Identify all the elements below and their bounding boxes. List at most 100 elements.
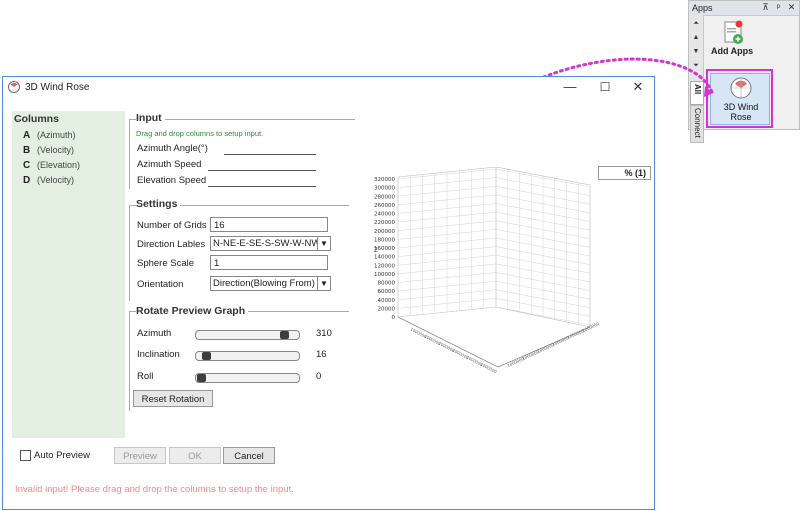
z-tick-label: 260000 <box>374 203 395 209</box>
sphere-scale-label: Sphere Scale <box>137 258 195 269</box>
svg-text:1000000: 1000000 <box>480 361 498 374</box>
auto-preview-label: Auto Preview <box>34 450 90 461</box>
roll-slider[interactable] <box>195 373 300 383</box>
reset-rotation-button[interactable]: Reset Rotation <box>133 390 213 407</box>
azimuth-slider-thumb[interactable] <box>279 331 289 339</box>
minimize-button[interactable]: — <box>562 79 578 95</box>
z-tick-label: 60000 <box>378 289 396 295</box>
inclination-value: 16 <box>316 349 327 360</box>
azimuth-speed-slot[interactable] <box>208 170 316 171</box>
column-item[interactable]: A (Azimuth) <box>23 130 76 141</box>
scroll-up-icon[interactable]: ▲ <box>691 33 701 42</box>
preview-graph: 320000 300000 280000 260000 240000 220000 2000… <box>374 167 601 375</box>
dialog-titlebar[interactable]: 3D Wind Rose — ☐ ✕ <box>3 77 654 99</box>
z-tick-label: 40000 <box>378 298 396 304</box>
preview-button[interactable]: Preview <box>114 447 166 464</box>
tab-all[interactable]: All <box>690 81 704 105</box>
rotate-group-title: Rotate Preview Graph <box>136 305 249 317</box>
column-item[interactable]: C (Elevation) <box>23 160 80 171</box>
add-apps-icon <box>724 20 743 44</box>
input-group-line-v <box>129 119 130 189</box>
azimuth-slider-label: Azimuth <box>137 328 172 339</box>
dialog-title: 3D Wind Rose <box>25 82 90 93</box>
inclination-slider-label: Inclination <box>137 349 180 360</box>
direction-labels-value: N-NE-E-SE-S-SW-W-NW <box>213 238 321 249</box>
cancel-button[interactable]: Cancel <box>223 447 275 464</box>
z-tick-label: 140000 <box>374 255 395 261</box>
roll-slider-label: Roll <box>137 371 154 382</box>
scroll-bottom-icon[interactable]: ⏷ <box>691 61 701 70</box>
error-message: Invalid input! Please drag and drop the … <box>15 484 294 495</box>
column-item[interactable]: B (Velocity) <box>23 145 74 156</box>
z-tick-label: 200000 <box>374 229 395 235</box>
z-tick-label: 80000 <box>378 281 396 287</box>
tab-all-label: All <box>693 84 702 95</box>
number-of-grids-label: Number of Grids <box>137 220 207 231</box>
z-tick-label: 100000 <box>374 272 395 278</box>
z-tick-label: 300000 <box>374 186 395 192</box>
roll-slider-thumb[interactable] <box>197 374 206 382</box>
inclination-slider-thumb[interactable] <box>201 352 211 360</box>
z-tick-label: 120000 <box>374 263 395 269</box>
z-tick-label: 320000 <box>374 177 395 183</box>
orientation-value: Direction(Blowing From) <box>213 278 315 289</box>
wind-rose-dialog: 3D Wind Rose — ☐ ✕ Columns A (Azimuth) B(… <box>2 76 655 510</box>
azimuth-angle-slot[interactable] <box>224 154 316 155</box>
floor-ticks: 1000000 1000000 1000000 1000000 1000000 … <box>410 321 601 375</box>
azimuth-angle-label: Azimuth Angle(°) <box>137 143 208 154</box>
scroll-down-icon[interactable]: ▼ <box>691 47 701 56</box>
tab-connect-label: Connect <box>693 108 702 138</box>
elevation-speed-slot[interactable] <box>208 186 316 187</box>
z-tick-label: 220000 <box>374 220 395 226</box>
settings-group-line-v <box>129 205 130 301</box>
z-tick-label: 20000 <box>378 306 396 312</box>
add-apps-label: Add Apps <box>711 46 754 56</box>
sphere-scale-input[interactable]: 1 <box>210 255 328 270</box>
tab-connect[interactable]: Connect <box>690 105 704 143</box>
wind-rose-icon <box>730 77 752 99</box>
z-tick-label: 180000 <box>374 237 395 243</box>
azimuth-speed-label: Azimuth Speed <box>137 159 202 170</box>
panel-menu-icon[interactable]: ⊼ <box>760 2 771 13</box>
app-icon <box>8 81 20 93</box>
z-tick-label: 0 <box>392 315 396 321</box>
chevron-down-icon[interactable]: ▼ <box>317 277 330 290</box>
columns-title: Columns <box>14 113 59 125</box>
orientation-select[interactable]: Direction(Blowing From) ▼ <box>210 276 331 291</box>
wind-rose-app-tile[interactable]: 3D Wind Rose <box>706 69 773 128</box>
number-of-grids-input[interactable]: 16 <box>210 217 328 232</box>
z-axis-label: Z <box>374 248 378 254</box>
chevron-down-icon[interactable]: ▼ <box>317 237 330 250</box>
maximize-button[interactable]: ☐ <box>597 79 613 95</box>
wind-rose-tile-inner: 3D Wind Rose <box>710 73 770 125</box>
apps-panel-title: Apps <box>692 3 713 13</box>
drag-hint-text: Drag and drop columns to setup input. <box>136 129 264 138</box>
svg-text:1000000: 1000000 <box>581 321 600 333</box>
graph-legend: % (1) <box>598 166 651 180</box>
pin-icon[interactable]: ᵖ <box>773 2 784 12</box>
inclination-slider[interactable] <box>195 351 300 361</box>
direction-labels-label: Direction Lables <box>137 239 206 250</box>
close-icon[interactable]: ✕ <box>786 2 797 13</box>
rotate-group-line-v <box>129 311 130 411</box>
orientation-label: Orientation <box>137 279 184 290</box>
wind-rose-tile-label: 3D Wind Rose <box>723 102 759 122</box>
elevation-speed-label: Elevation Speed <box>137 175 207 186</box>
roll-value: 0 <box>316 371 322 382</box>
scroll-top-icon[interactable]: ⏶ <box>691 19 701 28</box>
z-tick-label: 240000 <box>374 212 395 218</box>
apps-panel: Apps ⊼ ᵖ ✕ ⏶ ▲ ▼ ⏷ All Connect Add Apps <box>688 0 800 143</box>
azimuth-value: 310 <box>316 328 332 339</box>
azimuth-slider[interactable] <box>195 330 300 340</box>
ok-button[interactable]: OK <box>169 447 221 464</box>
column-item[interactable]: D (Velocity) <box>23 175 74 186</box>
z-tick-label: 280000 <box>374 194 395 200</box>
apps-vertical-strip: ⏶ ▲ ▼ ⏷ All Connect <box>689 15 704 143</box>
direction-labels-select[interactable]: N-NE-E-SE-S-SW-W-NW ▼ <box>210 236 331 251</box>
settings-group-title: Settings <box>136 198 181 210</box>
close-button[interactable]: ✕ <box>630 79 646 95</box>
graph-grid-lines <box>397 168 591 326</box>
input-group-title: Input <box>136 112 165 124</box>
auto-preview-checkbox[interactable] <box>20 450 31 461</box>
apps-panel-header: Apps ⊼ ᵖ ✕ <box>689 1 799 16</box>
